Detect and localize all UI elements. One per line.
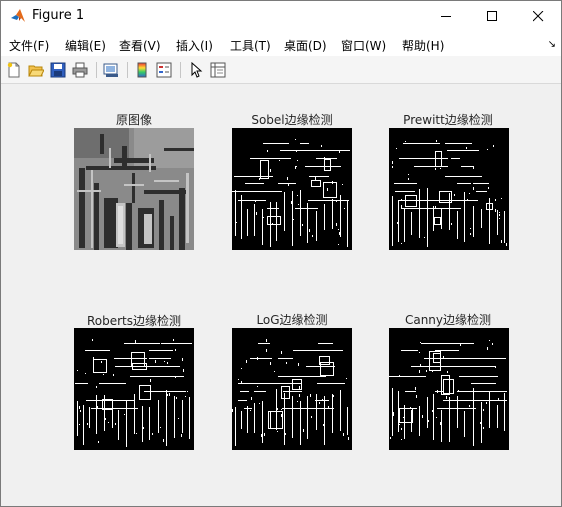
prewitt-edge-image <box>389 128 509 250</box>
window-title: Figure 1 <box>32 8 85 23</box>
figure-window: Figure 1 文件(F) 编辑(E) 查看(V) 插入(I) 工具(T) 桌… <box>0 0 562 507</box>
new-figure-icon[interactable] <box>5 61 23 79</box>
menu-help[interactable]: 帮助(H) <box>402 37 444 54</box>
minimize-button[interactable] <box>423 1 469 32</box>
subplot-title-sobel: Sobel边缘检测 <box>251 113 333 127</box>
insert-colorbar-icon[interactable] <box>133 61 151 79</box>
canny-edge-image <box>389 328 509 450</box>
subplot-title-canny: Canny边缘检测 <box>404 313 492 327</box>
menu-view[interactable]: 查看(V) <box>119 37 161 54</box>
edit-plot-icon[interactable] <box>187 61 205 79</box>
menu-bar: 文件(F) 编辑(E) 查看(V) 插入(I) 工具(T) 桌面(D) 窗口(W… <box>1 32 561 56</box>
subplot-title-original: 原图像 <box>115 113 152 127</box>
title-bar: Figure 1 <box>1 1 561 32</box>
subplot-title-prewitt: Prewitt边缘检测 <box>403 113 493 127</box>
close-icon <box>532 11 543 22</box>
matlab-logo-icon <box>10 8 26 24</box>
menu-edit[interactable]: 编辑(E) <box>65 37 106 54</box>
log-edge-image <box>232 328 352 450</box>
property-inspector-icon[interactable] <box>209 61 227 79</box>
maximize-button[interactable] <box>469 1 515 32</box>
menu-overflow-icon[interactable]: ↘ <box>548 39 556 50</box>
subplot-title-roberts: Roberts边缘检测 <box>86 314 182 328</box>
sobel-edge-image <box>232 128 352 250</box>
insert-legend-icon[interactable] <box>155 61 173 79</box>
close-button[interactable] <box>515 1 561 32</box>
subplot-title-log: LoG边缘检测 <box>256 313 328 327</box>
toolbar-separator <box>96 62 97 78</box>
toolbar-separator <box>127 62 128 78</box>
menu-file[interactable]: 文件(F) <box>9 37 49 54</box>
minimize-icon <box>440 16 451 17</box>
toolbar-separator <box>180 62 181 78</box>
save-icon[interactable] <box>49 61 67 79</box>
menu-tools[interactable]: 工具(T) <box>230 37 271 54</box>
original-grayscale-image <box>74 128 194 250</box>
toolbar <box>1 56 561 84</box>
print-icon[interactable] <box>71 61 89 79</box>
maximize-icon <box>486 11 497 21</box>
link-plot-icon[interactable] <box>102 61 120 79</box>
open-file-icon[interactable] <box>27 61 45 79</box>
menu-desktop[interactable]: 桌面(D) <box>284 37 327 54</box>
roberts-edge-image <box>74 328 194 450</box>
menu-window[interactable]: 窗口(W) <box>341 37 386 54</box>
menu-insert[interactable]: 插入(I) <box>176 37 213 54</box>
